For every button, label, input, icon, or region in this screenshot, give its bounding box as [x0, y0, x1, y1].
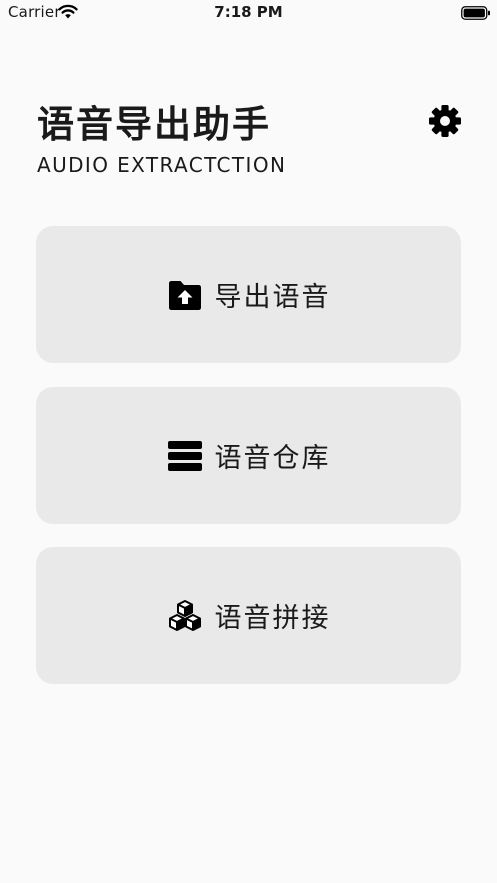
export-audio-label: 导出语音: [214, 282, 331, 313]
battery-icon: [461, 5, 491, 24]
storage-icon: [167, 438, 203, 474]
app-title: 语音导出助手: [37, 103, 271, 146]
audio-splice-label: 语音拼接: [214, 603, 331, 634]
audio-library-button[interactable]: 语音仓库: [36, 387, 461, 524]
export-audio-button[interactable]: 导出语音: [36, 226, 461, 363]
cubes-icon: [167, 598, 203, 634]
status-bar: Carrier 7:18 PM: [0, 0, 497, 26]
app-subtitle: AUDIO EXTRACTCTION: [37, 153, 287, 177]
gear-icon: [428, 105, 462, 142]
audio-library-label: 语音仓库: [214, 443, 331, 474]
audio-splice-button[interactable]: 语音拼接: [36, 547, 461, 684]
settings-button[interactable]: [428, 104, 462, 138]
clock: 7:18 PM: [214, 3, 283, 21]
folder-upload-icon: [167, 277, 203, 313]
